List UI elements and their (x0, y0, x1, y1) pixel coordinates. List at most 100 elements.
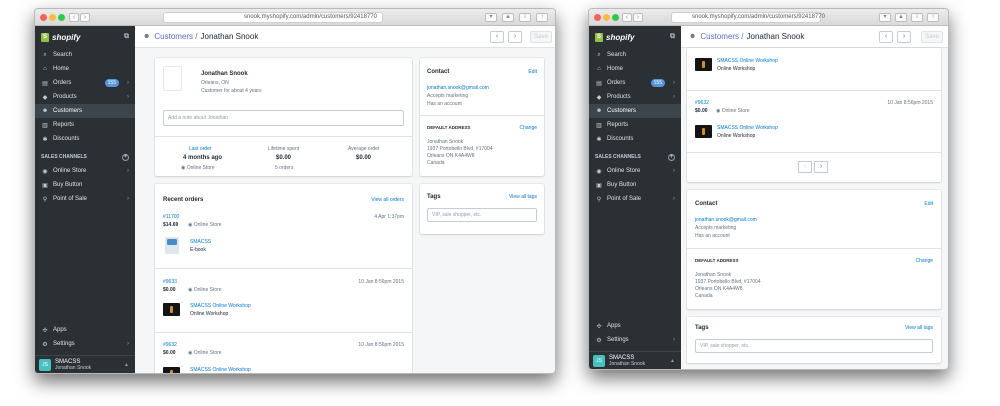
recent-orders-card: Recent orders View all orders #11700 $14… (155, 184, 412, 373)
order-number-link[interactable]: #11700 (163, 214, 179, 220)
view-all-orders-link[interactable]: View all orders (371, 197, 404, 203)
change-address-link[interactable]: Change (915, 258, 933, 264)
customer-note-input[interactable]: Add a note about Jonathan (163, 110, 404, 126)
close-window-button[interactable] (594, 14, 601, 21)
sidebar-item-buy-button[interactable]: ▣ Buy Button (589, 178, 681, 192)
address-line: Jonathan Snook (695, 272, 732, 278)
minimize-window-button[interactable] (603, 14, 610, 21)
last-order-link[interactable]: Last order (189, 146, 212, 152)
product-link[interactable]: SMACSS Online Workshop (190, 303, 251, 309)
sidebar-item-home[interactable]: ⌂ Home (35, 62, 135, 76)
sidebar-item-discounts[interactable]: ✱ Discounts (589, 132, 681, 146)
tags-input[interactable]: VIP, sale shopper, etc. (427, 208, 537, 222)
sidebar-item-customers[interactable]: ☻ Customers (35, 104, 135, 118)
customer-email-link[interactable]: jonathan.snook@gmail.com (427, 85, 489, 91)
extension-icon[interactable]: ▲ (895, 13, 907, 22)
sidebar-item-settings[interactable]: ⚙ Settings › (35, 337, 135, 351)
add-channel-icon[interactable]: + (122, 153, 129, 161)
next-customer-button[interactable]: › (508, 31, 522, 43)
sidebar-item-label: Settings (53, 341, 75, 347)
divider (687, 90, 941, 91)
sidebar-item-reports[interactable]: ▥ Reports (35, 118, 135, 132)
sidebar-item-online-store[interactable]: ◉ Online Store › (35, 164, 135, 178)
sidebar-item-home[interactable]: ⌂ Home (589, 62, 681, 76)
account-status: Has an account (695, 233, 730, 239)
product-link[interactable]: SMACSS Online Workshop (190, 367, 251, 373)
sidebar-item-online-store[interactable]: ◉ Online Store › (589, 164, 681, 178)
edit-contact-link[interactable]: Edit (924, 201, 933, 207)
sidebar-item-customers[interactable]: ☻ Customers (589, 104, 681, 118)
tags-input[interactable]: VIP, sale shopper, etc. (695, 339, 933, 353)
store-switcher[interactable]: JS SMACSS Jonathan Snook ▲ (35, 355, 135, 373)
save-button[interactable]: Save (921, 31, 943, 43)
order-number-link[interactable]: #9632 (695, 100, 709, 106)
sidebar-item-discounts[interactable]: ✱ Discounts (35, 132, 135, 146)
view-all-tags-link[interactable]: View all tags (905, 325, 933, 331)
product-variant: E-book (190, 247, 206, 253)
breadcrumb[interactable]: Customers / (700, 32, 743, 41)
shopify-logo[interactable]: S shopify ⧉ (589, 26, 681, 48)
external-link-icon[interactable]: ⧉ (124, 33, 129, 41)
order-number-link[interactable]: #9632 (163, 342, 177, 348)
pocket-icon[interactable]: ▾ (879, 13, 891, 22)
sidebar-item-search[interactable]: ⌕ Search (35, 48, 135, 62)
previous-customer-button[interactable]: ‹ (879, 31, 893, 43)
sidebar-item-orders[interactable]: ▤ Orders 155 › (589, 76, 681, 90)
home-icon: ⌂ (597, 66, 601, 72)
address-bar[interactable]: snook.myshopify.com/admin/customers/9241… (671, 12, 825, 23)
divider (155, 332, 412, 333)
store-switcher[interactable]: JS SMACSS Jonathan Snook ▲ (589, 351, 681, 369)
sidebar-item-label: Customers (53, 108, 83, 114)
sidebar-item-settings[interactable]: ⚙ Settings › (589, 333, 681, 347)
sidebar-item-point-of-sale[interactable]: ⚲ Point of Sale › (589, 192, 681, 206)
sidebar-item-orders[interactable]: ▤ Orders 155 › (35, 76, 135, 90)
sidebar-item-point-of-sale[interactable]: ⚲ Point of Sale › (35, 192, 135, 206)
sidebar-item-buy-button[interactable]: ▣ Buy Button (35, 178, 135, 192)
share-icon[interactable]: ↑ (927, 13, 939, 22)
add-channel-icon[interactable]: + (668, 153, 675, 161)
order-number-link[interactable]: #9633 (163, 279, 177, 285)
sidebar-item-search[interactable]: ⌕ Search (589, 48, 681, 62)
minimize-window-button[interactable] (49, 14, 56, 21)
sidebar-item-products[interactable]: ◆ Products › (589, 90, 681, 104)
edit-contact-link[interactable]: Edit (528, 69, 537, 75)
close-window-button[interactable] (40, 14, 47, 21)
back-icon[interactable]: ‹ (69, 13, 79, 22)
product-link[interactable]: SMACSS Online Workshop (717, 125, 778, 131)
share-icon[interactable]: ↑ (536, 13, 548, 22)
previous-page-button[interactable]: ‹ (798, 161, 812, 173)
forward-icon[interactable]: › (80, 13, 90, 22)
chevron-right-icon: › (127, 168, 129, 174)
extension-icon[interactable]: ▲ (502, 13, 514, 22)
address-bar[interactable]: snook.myshopify.com/admin/customers/9241… (163, 12, 383, 23)
next-page-button[interactable]: › (814, 161, 828, 173)
page-title: Jonathan Snook (746, 32, 805, 41)
change-address-link[interactable]: Change (519, 125, 537, 131)
previous-customer-button[interactable]: ‹ (490, 31, 504, 43)
next-customer-button[interactable]: › (897, 31, 911, 43)
save-button[interactable]: Save (530, 31, 552, 43)
breadcrumb[interactable]: Customers / (154, 32, 197, 41)
external-link-icon[interactable]: ⧉ (670, 33, 675, 41)
info-icon[interactable]: i (519, 13, 531, 22)
pocket-icon[interactable]: ▾ (485, 13, 497, 22)
sidebar-item-apps[interactable]: ✣ Apps (35, 323, 135, 337)
customer-email-link[interactable]: jonathan.snook@gmail.com (695, 217, 757, 223)
maximize-window-button[interactable] (612, 14, 619, 21)
sidebar-item-products[interactable]: ◆ Products › (35, 90, 135, 104)
view-all-tags-link[interactable]: View all tags (509, 194, 537, 200)
back-icon[interactable]: ‹ (622, 13, 632, 22)
order-channel: ◉ Online Store (716, 108, 750, 114)
address-line: 1937 Portobello Blvd, #17004 (427, 146, 493, 152)
sidebar-item-apps[interactable]: ✣ Apps (589, 319, 681, 333)
sidebar-item-reports[interactable]: ▥ Reports (589, 118, 681, 132)
product-link[interactable]: SMACSS (190, 239, 211, 245)
maximize-window-button[interactable] (58, 14, 65, 21)
info-icon[interactable]: i (911, 13, 923, 22)
shopify-logo[interactable]: S shopify ⧉ (35, 26, 135, 48)
lifetime-spent-label: Lifetime spent (268, 146, 300, 152)
workshop-thumbnail (695, 125, 712, 138)
forward-icon[interactable]: › (633, 13, 643, 22)
product-link[interactable]: SMACSS Online Workshop (717, 58, 778, 64)
chevron-up-icon: ▲ (670, 357, 675, 364)
